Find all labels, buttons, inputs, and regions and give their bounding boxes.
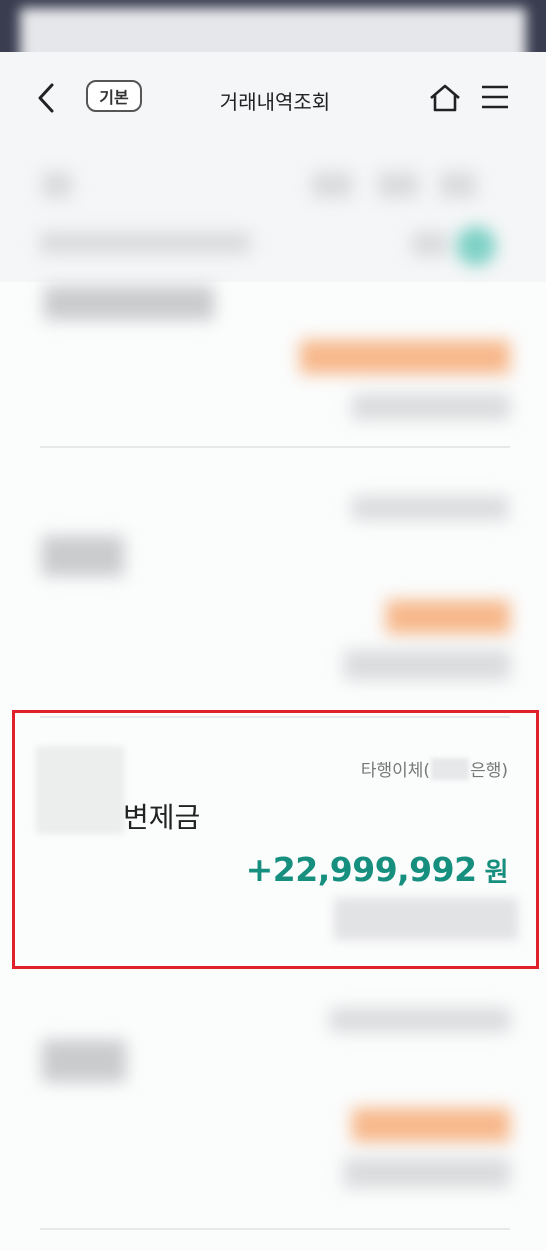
redacted-counterparty: [36, 746, 124, 834]
divider: [40, 446, 510, 448]
hamburger-menu-icon[interactable]: [480, 84, 510, 110]
divider: [40, 1228, 510, 1230]
currency-unit: 원: [484, 858, 509, 888]
app-header: 기본 거래내역조회: [0, 66, 546, 130]
amount-value: +22,999,992: [245, 850, 477, 889]
redacted-bank-name: [431, 757, 470, 780]
home-icon[interactable]: [428, 82, 462, 114]
status-bar: [0, 0, 546, 66]
transaction-type-suffix: 은행): [470, 761, 508, 781]
transaction-type-prefix: 타행이체(: [360, 761, 431, 781]
transaction-amount: +22,999,992 원: [245, 850, 509, 889]
transaction-description: 변제금: [123, 801, 201, 834]
back-arrow-icon[interactable]: [34, 80, 62, 116]
transaction-type: 타행이체( 은행): [361, 756, 508, 781]
basic-mode-badge[interactable]: 기본: [86, 80, 142, 112]
redacted-balance: [334, 898, 518, 940]
page-title: 거래내역조회: [219, 90, 331, 114]
